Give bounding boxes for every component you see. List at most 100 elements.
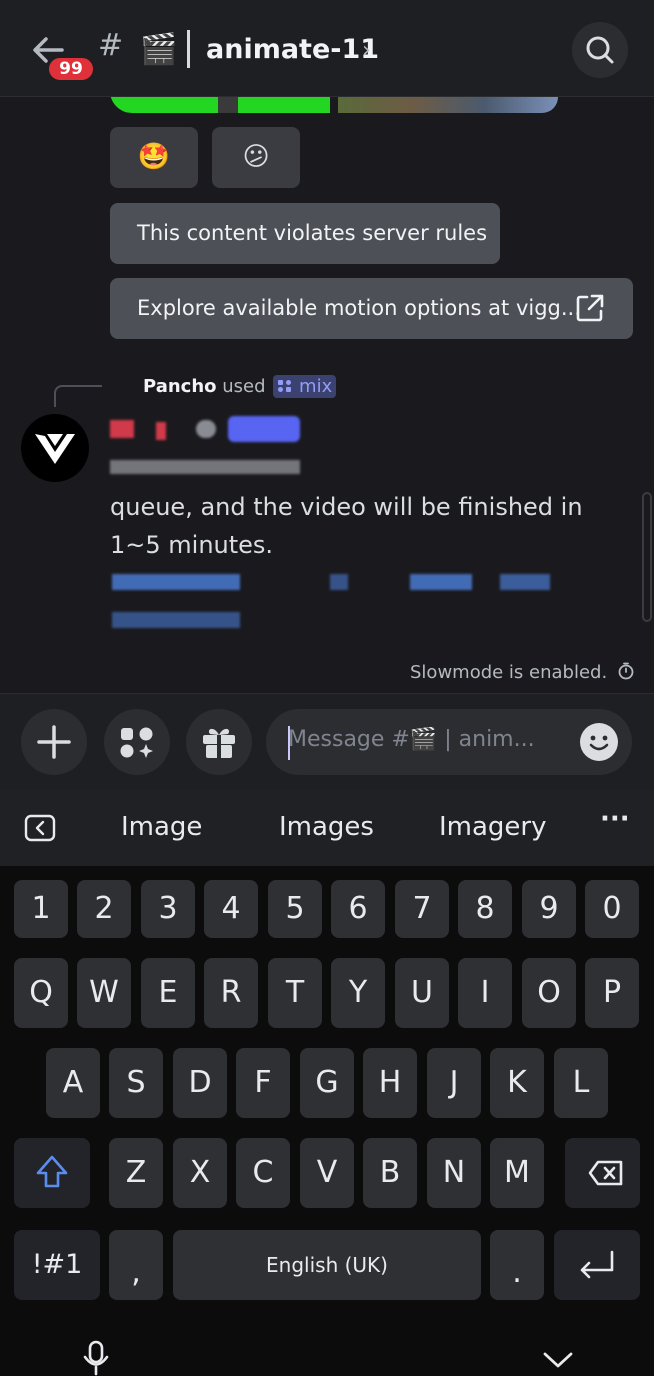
key-3[interactable]: 3 (141, 880, 195, 938)
key-p[interactable]: P (585, 958, 639, 1028)
key-b[interactable]: B (363, 1138, 417, 1208)
media-tile[interactable] (110, 97, 218, 113)
key-x[interactable]: X (173, 1138, 227, 1208)
reaction-star-struck[interactable]: 🤩 (110, 127, 198, 188)
violation-button-label: This content violates server rules (137, 221, 488, 245)
key-2[interactable]: 2 (77, 880, 131, 938)
collapse-toolbar-icon[interactable] (24, 814, 56, 842)
key-y[interactable]: Y (331, 958, 385, 1028)
slowmode-notice: Slowmode is enabled. (410, 662, 635, 683)
key-v[interactable]: V (300, 1138, 354, 1208)
key-q[interactable]: Q (14, 958, 68, 1028)
media-tile[interactable] (238, 97, 330, 113)
key-l[interactable]: L (554, 1048, 608, 1118)
key-g[interactable]: G (300, 1048, 354, 1118)
command-name: mix (299, 376, 333, 397)
symbols-key[interactable]: !#1 (14, 1230, 100, 1300)
microphone-icon[interactable] (82, 1340, 110, 1376)
message-body: queue, and the video will be finished in… (110, 493, 583, 559)
app-grid-icon (278, 380, 292, 392)
key-7[interactable]: 7 (395, 880, 449, 938)
channel-header: 99 # 🎬 animate-11 › (0, 0, 654, 97)
media-divider (218, 97, 238, 113)
key-i[interactable]: I (458, 958, 512, 1028)
obscured-link (112, 574, 240, 590)
gift-icon (203, 728, 235, 759)
external-link-icon (576, 294, 604, 322)
key-5[interactable]: 5 (268, 880, 322, 938)
backspace-key[interactable] (565, 1138, 640, 1208)
media-preview-strip[interactable] (110, 97, 558, 113)
search-button[interactable] (572, 22, 628, 78)
reply-connector (54, 385, 102, 407)
violation-button[interactable]: This content violates server rules (110, 203, 500, 264)
apps-icon (120, 727, 153, 758)
unread-badge: 99 (46, 55, 96, 83)
obscured-text (110, 420, 134, 438)
key-d[interactable]: D (173, 1048, 227, 1118)
suggestion-3[interactable]: Imagery (439, 812, 547, 842)
key-f[interactable]: F (236, 1048, 290, 1118)
obscured-text (196, 420, 216, 438)
period-key[interactable]: . (490, 1230, 544, 1300)
message-composer: Message #🎬 | anim... (0, 693, 654, 790)
key-u[interactable]: U (395, 958, 449, 1028)
gift-button[interactable] (186, 709, 252, 775)
explore-link-button[interactable]: Explore available motion options at vigg… (110, 278, 633, 339)
more-options-icon[interactable]: ··· (600, 804, 630, 834)
channel-hash-icon: # (98, 28, 124, 63)
obscured-bot-tag (228, 416, 300, 442)
obscured-link (112, 612, 240, 628)
key-z[interactable]: Z (109, 1138, 163, 1208)
key-1[interactable]: 1 (14, 880, 68, 938)
shift-key[interactable] (14, 1138, 90, 1208)
slowmode-text: Slowmode is enabled. (410, 662, 608, 683)
key-9[interactable]: 9 (522, 880, 576, 938)
explore-button-label: Explore available motion options at vigg… (137, 296, 581, 320)
obscured-link (410, 574, 472, 590)
enter-icon (580, 1250, 614, 1279)
chevron-right-icon[interactable]: › (362, 38, 371, 63)
channel-title[interactable]: animate-11 (206, 34, 379, 65)
bot-logo-icon (35, 434, 75, 464)
bot-avatar[interactable] (21, 414, 89, 482)
key-e[interactable]: E (141, 958, 195, 1028)
keyboard-suggestion-bar: Image Images Imagery ··· (0, 790, 654, 866)
key-c[interactable]: C (236, 1138, 290, 1208)
key-t[interactable]: T (268, 958, 322, 1028)
key-s[interactable]: S (109, 1048, 163, 1118)
key-r[interactable]: R (204, 958, 258, 1028)
attach-button[interactable] (21, 709, 87, 775)
key-k[interactable]: K (490, 1048, 544, 1118)
title-separator (187, 30, 190, 68)
key-j[interactable]: J (427, 1048, 481, 1118)
key-a[interactable]: A (46, 1048, 100, 1118)
key-6[interactable]: 6 (331, 880, 385, 938)
key-h[interactable]: H (363, 1048, 417, 1118)
command-user-name[interactable]: Pancho (143, 376, 217, 397)
space-key[interactable]: English (UK) (173, 1230, 481, 1300)
key-4[interactable]: 4 (204, 880, 258, 938)
enter-key[interactable] (554, 1230, 640, 1300)
key-n[interactable]: N (427, 1138, 481, 1208)
timer-icon (618, 662, 634, 680)
media-tile[interactable] (338, 97, 558, 113)
suggestion-1[interactable]: Image (121, 812, 202, 842)
hide-keyboard-chevron-icon[interactable] (541, 1348, 575, 1370)
comma-key[interactable]: , (109, 1230, 163, 1300)
key-8[interactable]: 8 (458, 880, 512, 938)
key-m[interactable]: M (490, 1138, 544, 1208)
emoji-icon (589, 735, 609, 751)
message-input[interactable]: Message #🎬 | anim... (266, 709, 632, 775)
shift-arrow-icon (36, 1155, 68, 1188)
obscured-link (500, 574, 550, 590)
key-w[interactable]: W (77, 958, 131, 1028)
scrollbar[interactable] (642, 492, 652, 622)
key-o[interactable]: O (522, 958, 576, 1028)
key-0[interactable]: 0 (585, 880, 639, 938)
command-tag[interactable]: mix (273, 375, 337, 398)
reaction-confused[interactable]: 😕 (212, 127, 300, 188)
apps-button[interactable] (104, 709, 170, 775)
emoji-button[interactable] (580, 723, 618, 761)
suggestion-2[interactable]: Images (279, 812, 374, 842)
